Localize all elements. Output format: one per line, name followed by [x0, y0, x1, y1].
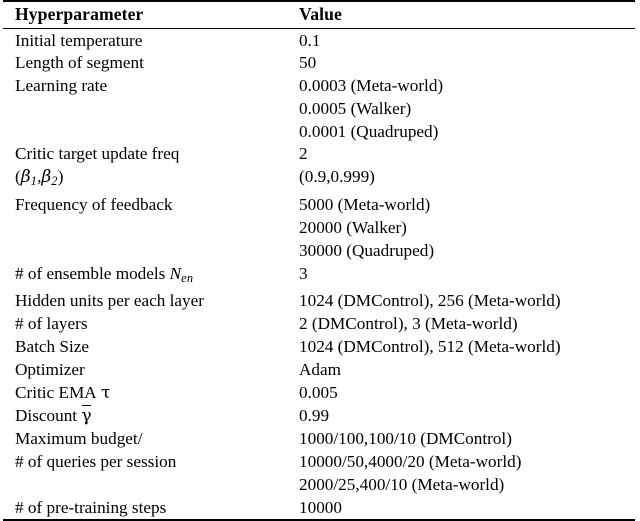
- param-cell-empty: [3, 239, 291, 262]
- value-cell: 3: [299, 263, 308, 283]
- table-row: Optimizer Adam: [3, 358, 635, 381]
- param-cell-ensemble: # of ensemble models Nen: [3, 262, 291, 290]
- table-row: Discount γ 0.99: [3, 404, 635, 428]
- ensemble-label: # of ensemble models: [15, 263, 166, 283]
- param-cell-beta: (β1,β2): [3, 166, 291, 194]
- value-cell: 20000 (Walker): [299, 217, 407, 237]
- hyperparameter-table-container: Hyperparameter Value Initial temperature…: [0, 0, 640, 521]
- table-row: # of layers 2 (DMControl), 3 (Meta-world…: [3, 313, 635, 336]
- value-cell: (0.9,0.999): [299, 167, 375, 187]
- param-cell: Frequency of feedback: [15, 195, 173, 215]
- column-header-value: Value: [291, 0, 635, 29]
- table-row: Critic EMA τ 0.005: [3, 381, 635, 405]
- table-row-continuation: 20000 (Walker): [3, 216, 635, 239]
- value-cell: 5000 (Meta-world): [299, 195, 431, 215]
- param-cell: Optimizer: [15, 359, 85, 379]
- value-cell: 2000/25,400/10 (Meta-world): [299, 474, 505, 494]
- table-row: # of queries per session 10000/50,4000/2…: [3, 451, 635, 474]
- value-cell: 2: [299, 144, 308, 164]
- table-row-continuation: 0.0001 (Quadruped): [3, 120, 635, 143]
- value-cell: 0.99: [299, 406, 330, 426]
- value-cell: 0.0001 (Quadruped): [299, 121, 439, 141]
- table-row: Hidden units per each layer 1024 (DMCont…: [3, 290, 635, 313]
- value-cell: 1000/100,100/10 (DMControl): [299, 429, 512, 449]
- param-cell: Maximum budget/: [15, 429, 143, 449]
- value-cell: Adam: [299, 359, 342, 379]
- param-cell-empty: [3, 473, 291, 496]
- param-cell-critic-ema: Critic EMA τ: [3, 381, 291, 405]
- table-header-row: Hyperparameter Value: [3, 0, 635, 29]
- param-cell-empty: [3, 120, 291, 143]
- param-cell-empty: [3, 97, 291, 120]
- value-cell: 1024 (DMControl), 512 (Meta-world): [299, 337, 561, 357]
- gamma-symbol: γ: [81, 406, 92, 427]
- table-row: Frequency of feedback 5000 (Meta-world): [3, 194, 635, 217]
- value-cell: 0.0003 (Meta-world): [299, 76, 444, 96]
- tau-symbol: τ: [100, 382, 111, 403]
- beta-symbol-2: β: [41, 167, 52, 188]
- value-cell: 0.005: [299, 382, 338, 402]
- param-cell: # of pre-training steps: [3, 496, 291, 521]
- hyperparameter-table: Hyperparameter Value Initial temperature…: [3, 0, 635, 521]
- table-row-continuation: 30000 (Quadruped): [3, 239, 635, 262]
- table-row: Maximum budget/ 1000/100,100/10 (DMContr…: [3, 428, 635, 451]
- value-cell: 0.1: [299, 30, 321, 50]
- column-header-hyperparameter: Hyperparameter: [3, 0, 291, 29]
- table-header: Hyperparameter Value: [3, 0, 635, 29]
- beta-symbol-1: β: [20, 167, 31, 188]
- param-cell: Initial temperature: [15, 30, 143, 50]
- table-row-continuation: 0.0005 (Walker): [3, 97, 635, 120]
- paren-close: ): [57, 167, 64, 187]
- table-row: Critic target update freq 2: [3, 143, 635, 166]
- table-body: Initial temperature 0.1 Length of segmen…: [3, 29, 635, 521]
- param-cell: Critic target update freq: [15, 144, 180, 164]
- param-cell: # of layers: [15, 314, 88, 334]
- value-cell: 30000 (Quadruped): [299, 240, 435, 260]
- gamma-bar-symbol: γ: [81, 404, 92, 427]
- table-row: Learning rate 0.0003 (Meta-world): [3, 75, 635, 98]
- table-row-last: # of pre-training steps 10000: [3, 496, 635, 521]
- table-row: (β1,β2) (0.9,0.999): [3, 166, 635, 194]
- discount-label: Discount: [15, 406, 78, 426]
- value-cell: 1024 (DMControl), 256 (Meta-world): [299, 291, 561, 311]
- ensemble-subscript: en: [181, 270, 194, 285]
- value-cell: 0.0005 (Walker): [299, 98, 412, 118]
- table-row: Length of segment 50: [3, 52, 635, 75]
- value-cell: 2 (DMControl), 3 (Meta-world): [299, 314, 518, 334]
- ensemble-symbol: N: [169, 263, 182, 283]
- table-row: Initial temperature 0.1: [3, 29, 635, 52]
- value-cell: 10000/50,4000/20 (Meta-world): [299, 452, 522, 472]
- critic-ema-label: Critic EMA: [15, 382, 97, 402]
- table-row-continuation: 2000/25,400/10 (Meta-world): [3, 473, 635, 496]
- table-row: # of ensemble models Nen 3: [3, 262, 635, 290]
- param-cell: Batch Size: [15, 337, 89, 357]
- value-cell: 10000: [291, 496, 635, 521]
- value-cell: 50: [299, 53, 317, 73]
- param-cell: Length of segment: [15, 53, 144, 73]
- table-row: Batch Size 1024 (DMControl), 512 (Meta-w…: [3, 336, 635, 359]
- param-cell-empty: [3, 216, 291, 239]
- param-cell: Learning rate: [15, 76, 108, 96]
- param-cell: Hidden units per each layer: [15, 291, 204, 311]
- param-cell: # of queries per session: [15, 452, 177, 472]
- param-cell-discount: Discount γ: [3, 404, 291, 428]
